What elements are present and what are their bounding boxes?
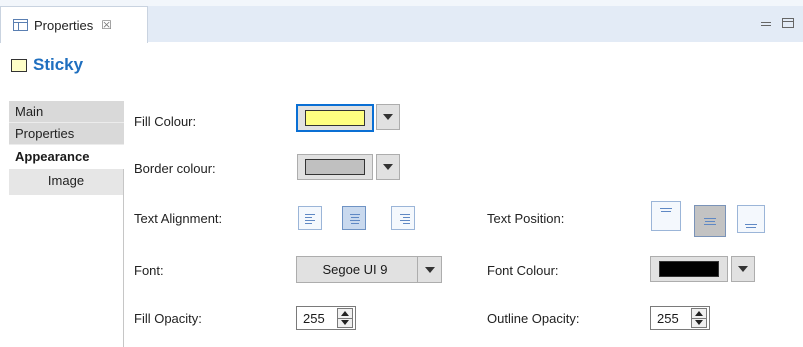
outline-opacity-spinner: [650, 306, 710, 330]
align-right-button[interactable]: [391, 206, 415, 230]
border-colour-button[interactable]: [297, 154, 373, 180]
border-colour-dropdown[interactable]: [376, 154, 400, 180]
border-colour-label: Border colour:: [134, 161, 216, 176]
font-colour-button[interactable]: [650, 256, 728, 282]
text-position-label: Text Position:: [487, 211, 565, 226]
chevron-down-icon: [383, 114, 393, 120]
outline-opacity-input[interactable]: [651, 308, 691, 328]
arrow-up-icon: [341, 310, 349, 316]
fill-opacity-decrement[interactable]: [338, 318, 352, 327]
tab-properties[interactable]: Properties: [9, 123, 124, 145]
maximize-icon[interactable]: [782, 18, 794, 28]
align-left-button[interactable]: [298, 206, 322, 230]
properties-view-tab[interactable]: Properties ☒: [0, 6, 148, 43]
font-label: Font:: [134, 263, 164, 278]
align-center-button[interactable]: [342, 206, 366, 230]
tab-main[interactable]: Main: [9, 101, 124, 123]
font-colour-label: Font Colour:: [487, 263, 559, 278]
page-title: Sticky: [33, 55, 84, 74]
tab-strip: [148, 6, 803, 42]
fill-opacity-arrows: [337, 308, 353, 328]
font-dropdown-arrow[interactable]: [417, 257, 441, 282]
position-top-button[interactable]: [651, 201, 681, 231]
font-value: Segoe UI 9: [322, 262, 388, 277]
fill-opacity-spinner: [296, 306, 356, 330]
chevron-down-icon: [383, 164, 393, 170]
side-tabs: Main Properties Appearance Image: [9, 101, 125, 347]
chevron-down-icon: [738, 266, 748, 272]
outline-opacity-arrows: [691, 308, 707, 328]
properties-table-icon: [13, 19, 28, 31]
position-middle-button[interactable]: [694, 205, 726, 237]
fill-colour-button[interactable]: [296, 104, 374, 132]
arrow-down-icon: [341, 320, 349, 326]
view-tab-bar: Properties ☒: [0, 0, 803, 43]
text-alignment-label: Text Alignment:: [134, 211, 223, 226]
outline-opacity-increment[interactable]: [692, 309, 706, 319]
fill-colour-swatch: [305, 110, 365, 126]
outline-opacity-decrement[interactable]: [692, 318, 706, 327]
fill-opacity-label: Fill Opacity:: [134, 311, 202, 326]
fill-opacity-input[interactable]: [297, 308, 337, 328]
font-colour-dropdown[interactable]: [731, 256, 755, 282]
view-tab-label: Properties: [34, 17, 94, 33]
font-select[interactable]: Segoe UI 9: [296, 256, 442, 283]
position-bottom-button[interactable]: [737, 205, 765, 233]
outline-opacity-label: Outline Opacity:: [487, 311, 580, 326]
chevron-down-icon: [424, 266, 435, 273]
fill-colour-label: Fill Colour:: [134, 114, 197, 129]
arrow-up-icon: [695, 310, 703, 316]
fill-colour-dropdown[interactable]: [376, 104, 400, 130]
tab-appearance[interactable]: Appearance: [9, 145, 125, 169]
close-tab-icon[interactable]: ☒: [101, 19, 112, 31]
tab-image[interactable]: Image: [9, 169, 124, 195]
properties-header: Sticky: [0, 43, 803, 87]
font-colour-swatch: [659, 261, 719, 277]
fill-opacity-increment[interactable]: [338, 309, 352, 319]
arrow-down-icon: [695, 320, 703, 326]
sticky-note-icon: [11, 59, 27, 72]
border-colour-swatch: [305, 159, 365, 175]
minimize-icon[interactable]: [760, 18, 772, 28]
